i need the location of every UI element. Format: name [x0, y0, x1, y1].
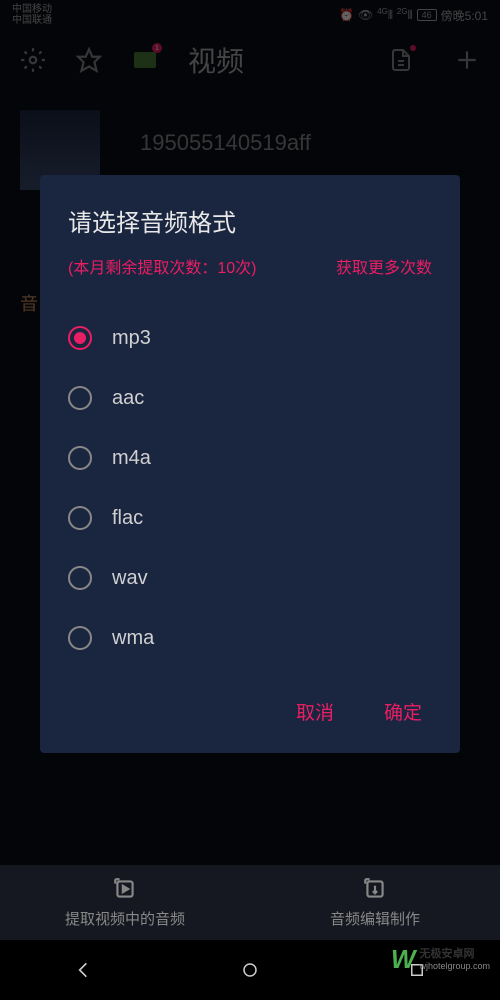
radio-label: flac	[112, 507, 143, 530]
cancel-button[interactable]: 取消	[296, 698, 334, 725]
edit-icon	[362, 876, 388, 902]
radio-option-aac[interactable]: aac	[68, 368, 432, 428]
watermark-logo-icon: W	[391, 944, 416, 975]
radio-icon	[68, 446, 92, 470]
tab-label: 音频编辑制作	[330, 908, 420, 929]
dialog-subtitle: (本月剩余提取次数：10次) 获取更多次数	[68, 254, 432, 278]
nav-home-button[interactable]	[238, 958, 262, 982]
radio-icon	[68, 566, 92, 590]
format-dialog: 请选择音频格式 (本月剩余提取次数：10次) 获取更多次数 mp3 aac m4…	[40, 175, 460, 753]
radio-icon	[68, 386, 92, 410]
remain-count-label: (本月剩余提取次数：10次)	[68, 254, 336, 278]
extract-icon	[112, 876, 138, 902]
radio-option-flac[interactable]: flac	[68, 488, 432, 548]
radio-label: wav	[112, 567, 148, 590]
get-more-link[interactable]: 获取更多次数	[336, 254, 432, 278]
radio-label: aac	[112, 387, 144, 410]
radio-option-wav[interactable]: wav	[68, 548, 432, 608]
format-radio-list: mp3 aac m4a flac wav wma	[68, 308, 432, 668]
radio-label: m4a	[112, 447, 151, 470]
dialog-title: 请选择音频格式	[68, 203, 432, 238]
tab-extract-audio[interactable]: 提取视频中的音频	[0, 865, 250, 940]
radio-label: mp3	[112, 327, 151, 350]
radio-icon	[68, 626, 92, 650]
bottom-tabs: 提取视频中的音频 音频编辑制作	[0, 865, 500, 940]
tab-label: 提取视频中的音频	[65, 908, 185, 929]
watermark-sub: wjhotelgroup.com	[419, 961, 490, 972]
watermark-main: 无极安卓网	[419, 948, 490, 961]
radio-icon	[68, 326, 92, 350]
radio-icon	[68, 506, 92, 530]
dialog-actions: 取消 确定	[68, 698, 432, 725]
radio-option-m4a[interactable]: m4a	[68, 428, 432, 488]
watermark: W 无极安卓网 wjhotelgroup.com	[391, 944, 490, 975]
radio-option-mp3[interactable]: mp3	[68, 308, 432, 368]
confirm-button[interactable]: 确定	[384, 698, 422, 725]
radio-option-wma[interactable]: wma	[68, 608, 432, 668]
radio-dot-icon	[74, 332, 86, 344]
radio-label: wma	[112, 627, 154, 650]
tab-audio-edit[interactable]: 音频编辑制作	[250, 865, 500, 940]
nav-back-button[interactable]	[71, 958, 95, 982]
